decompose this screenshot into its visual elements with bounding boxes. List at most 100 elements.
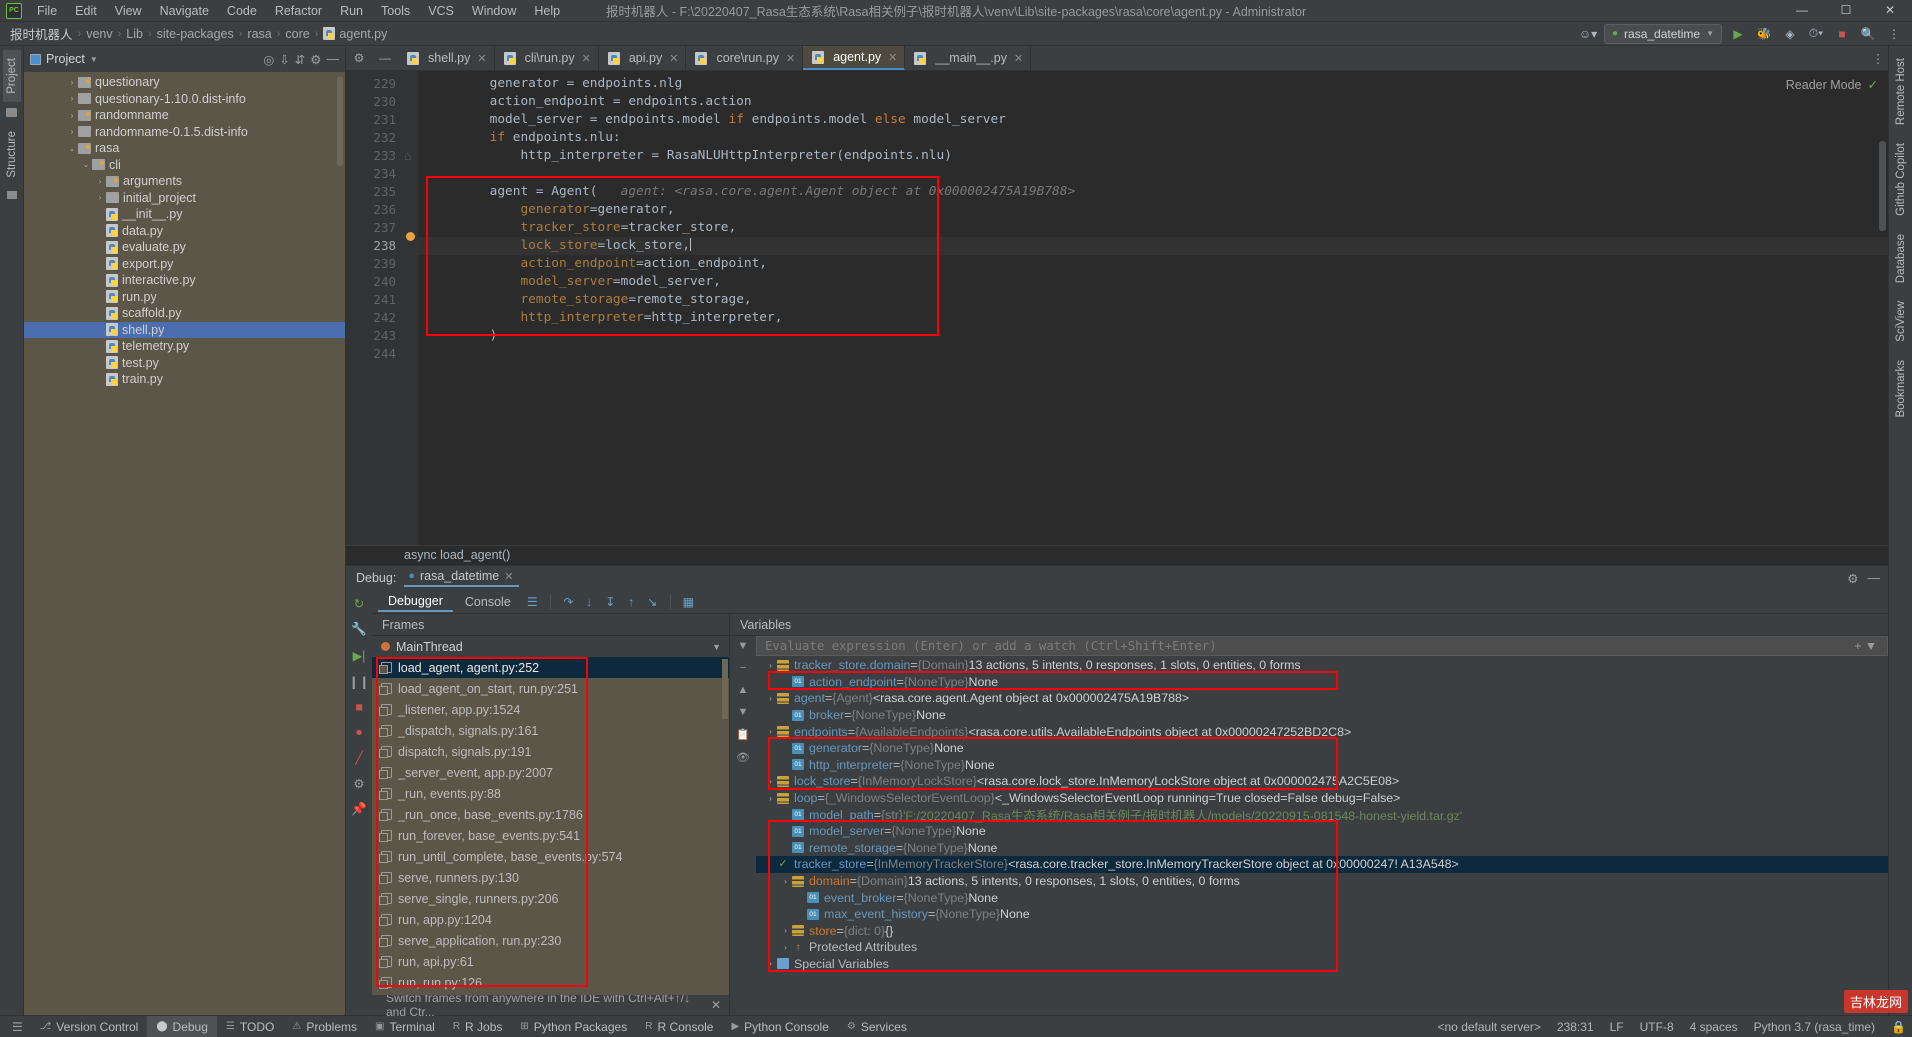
frame-item[interactable]: run_forever, base_events.py:541 [372,825,729,846]
frame-item[interactable]: load_agent, agent.py:252 [372,657,729,678]
code-line[interactable]: http_interpreter=http_interpreter, [418,309,1888,327]
tab-console[interactable]: Console [455,593,521,611]
menu-navigate[interactable]: Navigate [151,2,218,20]
status-button-version-control[interactable]: ⎇ Version Control [31,1016,148,1037]
chevron-right-icon[interactable]: › [764,959,777,968]
person-icon[interactable]: ☺▾ [1578,24,1598,44]
fold-marker[interactable] [404,111,418,129]
menu-file[interactable]: File [28,2,66,20]
fold-marker[interactable] [404,273,418,291]
tree-item[interactable]: › arguments [24,173,345,190]
tree-item[interactable]: › randomname-0.1.5.dist-info [24,124,345,141]
tab-overflow-icon[interactable]: ⋮ [1868,46,1888,70]
menu-refactor[interactable]: Refactor [266,2,331,20]
tree-item[interactable]: data.py [24,223,345,240]
force-step-into-icon[interactable]: ↧ [601,595,620,609]
chevron-right-icon[interactable]: › [779,877,792,886]
move-down-icon[interactable]: ▼ [738,706,749,718]
close-icon[interactable]: ✕ [888,51,897,64]
status-info-item[interactable]: LF [1610,1020,1624,1034]
code-line[interactable]: agent = Agent( agent: <rasa.core.agent.A… [418,183,1888,201]
breadcrumb-item[interactable]: site-packages [157,27,234,41]
menu-window[interactable]: Window [463,2,525,20]
tree-item[interactable]: __init__.py [24,206,345,223]
code-line[interactable]: if endpoints.nlu: [418,129,1888,147]
run-icon[interactable]: ▶ [1728,24,1748,44]
variable-row[interactable]: › endpoints = {AvailableEndpoints} <rasa.… [756,723,1888,740]
status-info-item[interactable]: <no default server> [1438,1020,1541,1034]
breakpoints-icon[interactable]: ● [355,725,363,739]
fold-marker[interactable] [404,75,418,93]
breadcrumb-item[interactable]: 报时机器人 [10,24,73,43]
thread-selector[interactable]: MainThread ▼ [372,636,729,657]
hide-panel-icon[interactable]: — [1868,571,1881,586]
variable-row[interactable]: 01 max_event_history = {NoneType} None [756,906,1888,923]
frame-item[interactable]: _server_event, app.py:2007 [372,762,729,783]
maximize-button[interactable]: ☐ [1824,0,1868,22]
variable-row[interactable]: › ↑ Protected Attributes [756,939,1888,956]
frames-list[interactable]: load_agent, agent.py:252 load_agent_on_st… [372,657,729,995]
variable-row[interactable]: › loop = {_WindowsSelectorEventLoop} <_Wi… [756,790,1888,807]
frame-item[interactable]: run_until_complete, base_events.py:574 [372,846,729,867]
breadcrumb-item[interactable]: venv [86,27,112,41]
frame-item[interactable]: run, run.py:126 [372,972,729,993]
settings-wrench-icon[interactable]: 🔧 [351,622,367,637]
stop-icon[interactable]: ■ [355,700,363,714]
chevron-right-icon[interactable]: › [764,694,777,703]
debug-session-tab[interactable]: ● rasa_datetime ✕ [404,569,520,587]
code-line[interactable]: http_interpreter = RasaNLUHttpInterprete… [418,147,1888,165]
tree-item[interactable]: test.py [24,355,345,372]
chevron-right-icon[interactable]: › [764,777,777,786]
fold-marker[interactable] [404,183,418,201]
frame-item[interactable]: _run_once, base_events.py:1786 [372,804,729,825]
collapse-icon[interactable]: − [740,662,746,674]
close-button[interactable]: ✕ [1868,0,1912,22]
editor-scrollbar[interactable] [1879,141,1886,231]
variable-row[interactable]: › agent = {Agent} <rasa.core.agent.Agent … [756,690,1888,707]
menu-view[interactable]: View [106,2,151,20]
code-line[interactable]: tracker_store=tracker_store, [418,219,1888,237]
chevron-right-icon[interactable]: › [764,727,777,736]
frame-item[interactable]: shell, shell.py:125 [372,993,729,995]
hide-panel-icon[interactable]: — [327,52,340,67]
settings-gear-icon[interactable]: ⚙ [353,776,364,791]
status-button-python-console[interactable]: ▶ Python Console [722,1016,837,1037]
code-line[interactable]: ) [418,327,1888,345]
variable-row[interactable]: 01 http_interpreter = {NoneType} None [756,757,1888,774]
frame-item[interactable]: _dispatch, signals.py:161 [372,720,729,741]
breadcrumb-item[interactable]: rasa [247,27,271,41]
breadcrumb-item[interactable]: core [285,27,309,41]
code-line[interactable] [418,165,1888,183]
editor-tab-api-py[interactable]: api.py ✕ [598,46,687,70]
project-tree-scrollbar[interactable] [337,76,343,166]
menu-vcs[interactable]: VCS [419,2,463,20]
status-button-problems[interactable]: ⚠ Problems [283,1016,366,1037]
variable-row[interactable]: ✓ tracker_store = {InMemoryTrackerStore} … [756,856,1888,873]
chevron-right-icon[interactable]: › [66,127,78,136]
chevron-right-icon[interactable]: › [779,926,792,935]
step-over-icon[interactable]: ↷ [559,595,578,609]
evaluate-icon[interactable]: ▦ [679,595,698,609]
locate-icon[interactable]: ◎ [263,52,274,67]
code-line[interactable]: action_endpoint=action_endpoint, [418,255,1888,273]
watch-add-icon[interactable]: + ▼ [1854,639,1887,653]
chevron-down-icon[interactable]: ▼ [738,640,749,652]
sidebar-item-remote-host[interactable]: Remote Host [1892,50,1910,133]
variable-row[interactable]: 01 generator = {NoneType} None [756,740,1888,757]
fold-marker[interactable]: ⌂ [404,147,418,165]
variable-row[interactable]: 01 event_broker = {NoneType} None [756,889,1888,906]
variable-row[interactable]: 01 model_server = {NoneType} None [756,823,1888,840]
code-line[interactable]: generator = endpoints.nlg [418,75,1888,93]
sidebar-item-bookmarks[interactable]: Bookmarks [1892,352,1910,426]
chevron-down-icon[interactable]: ▼ [90,55,98,64]
chevron-down-icon[interactable]: ▼ [712,642,729,652]
tree-item[interactable]: ⌄ rasa [24,140,345,157]
tree-item[interactable]: interactive.py [24,272,345,289]
tree-item[interactable]: run.py [24,289,345,306]
editor-hide-icon[interactable]: — [372,46,398,70]
close-icon[interactable]: ✕ [504,570,513,583]
variable-row[interactable]: › domain = {Domain} 13 actions, 5 intents… [756,873,1888,890]
collapse-all-icon[interactable]: ⇵ [295,52,305,67]
close-icon[interactable]: ✕ [786,52,795,65]
close-icon[interactable]: ✕ [1014,52,1023,65]
